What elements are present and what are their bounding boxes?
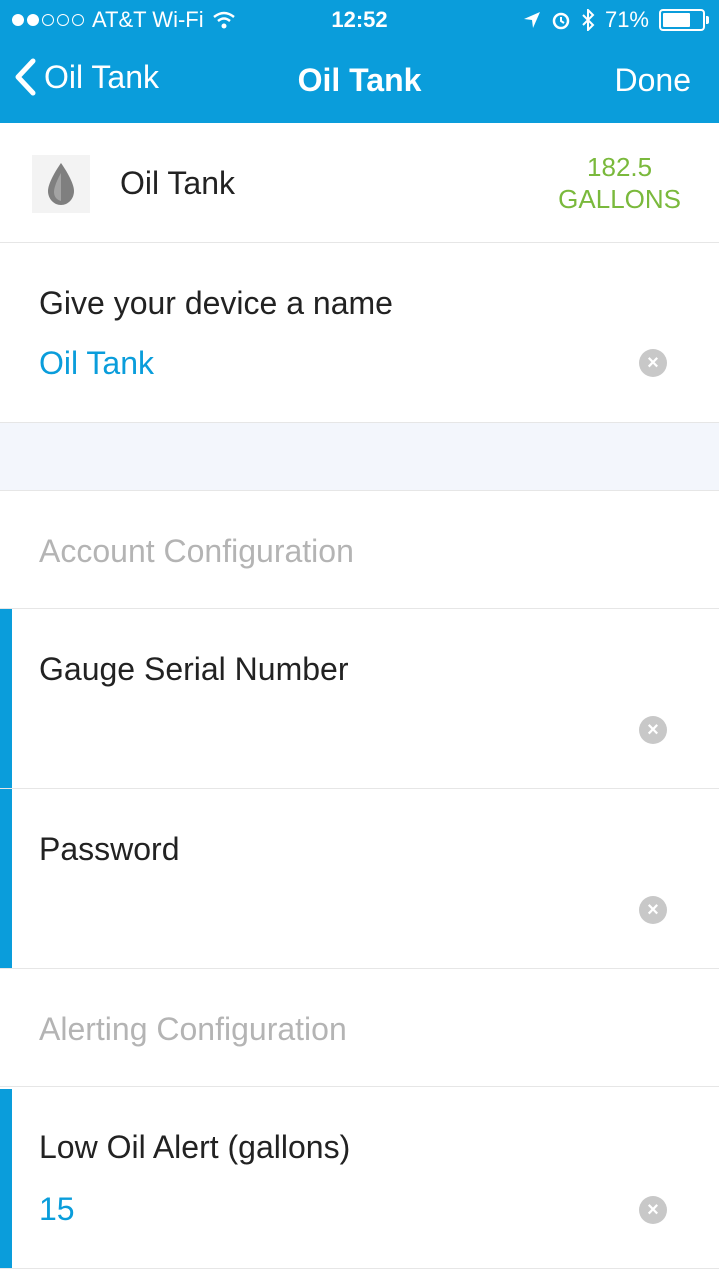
battery-percent: 71% — [604, 7, 649, 32]
gauge-serial-number-label: Gauge Serial Number — [39, 651, 349, 687]
tank-reading: 182.5 GALLONS — [558, 151, 681, 215]
device-name-label: Give your device a name — [39, 285, 393, 321]
low-oil-alert-label: Low Oil Alert (gallons) — [39, 1129, 351, 1165]
alarm-icon — [552, 12, 570, 30]
done-button[interactable]: Done — [615, 62, 692, 99]
required-indicator — [0, 789, 12, 968]
required-indicator — [0, 1089, 12, 1268]
clear-icon[interactable]: × — [639, 1196, 667, 1224]
page-title: Oil Tank — [297, 62, 422, 98]
reading-value: 182.5 — [587, 152, 653, 182]
reading-unit: GALLONS — [558, 184, 681, 214]
account-configuration-header: Account Configuration — [0, 491, 719, 609]
location-icon — [523, 12, 540, 28]
device-name-input[interactable]: Oil Tank — [39, 345, 154, 382]
account-configuration-title: Account Configuration — [39, 533, 354, 569]
device-summary: Oil Tank 182.5 GALLONS — [0, 123, 719, 243]
clear-icon[interactable]: × — [639, 349, 667, 377]
section-divider — [0, 423, 719, 491]
bluetooth-icon — [582, 9, 595, 31]
top-bar: AT&T Wi-Fi 12:52 71% Oil Tank Oil Tank D… — [0, 0, 719, 123]
alerting-configuration-title: Alerting Configuration — [39, 1011, 347, 1047]
navigation-bar: Oil Tank Oil Tank Done — [0, 40, 719, 123]
oil-drop-icon — [32, 155, 90, 213]
gauge-serial-number-field[interactable]: Gauge Serial Number × — [0, 609, 719, 789]
status-right: 71% — [523, 7, 709, 33]
battery-icon — [659, 9, 709, 31]
low-oil-alert-field[interactable]: Low Oil Alert (gallons) 15 × — [0, 1089, 719, 1269]
clear-icon[interactable]: × — [639, 716, 667, 744]
clear-icon[interactable]: × — [639, 896, 667, 924]
device-name: Oil Tank — [120, 165, 236, 201]
device-name-field[interactable]: Give your device a name Oil Tank × — [0, 243, 719, 423]
required-indicator — [0, 609, 12, 788]
low-oil-alert-input[interactable]: 15 — [39, 1191, 75, 1228]
password-field[interactable]: Password × — [0, 789, 719, 969]
password-label: Password — [39, 831, 180, 867]
status-bar: AT&T Wi-Fi 12:52 71% — [0, 0, 719, 40]
alerting-configuration-header: Alerting Configuration — [0, 969, 719, 1087]
